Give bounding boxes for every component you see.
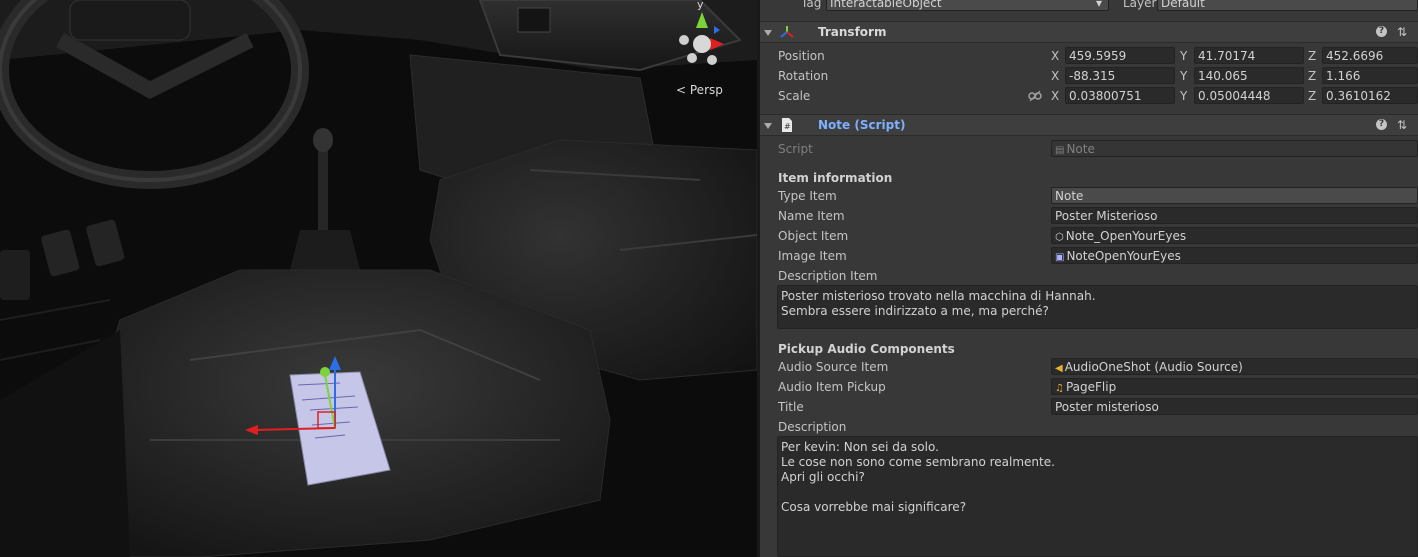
axis-x-label: X xyxy=(1051,49,1060,63)
layer-dropdown[interactable]: Default xyxy=(1157,0,1418,11)
note-object[interactable] xyxy=(240,350,400,490)
chevron-down-icon: ▾ xyxy=(1095,0,1102,10)
audio-source-value: AudioOneShot (Audio Source) xyxy=(1064,360,1243,374)
axis-y-label: Y xyxy=(1180,49,1188,63)
music-note-icon: ♫ xyxy=(1055,383,1064,394)
script-label: Script xyxy=(778,142,813,156)
help-icon[interactable]: ? xyxy=(1376,26,1387,37)
description-item-row: Description Item xyxy=(760,266,1418,286)
scale-z-field[interactable]: 0.3610162 xyxy=(1322,87,1418,104)
image-item-field[interactable]: ▣ NoteOpenYourEyes xyxy=(1051,247,1418,264)
audio-pickup-field[interactable]: ♫ PageFlip xyxy=(1051,378,1418,395)
layer-label: Layer xyxy=(1123,0,1157,10)
tag-dropdown[interactable]: InteractableObject ▾ xyxy=(826,0,1109,11)
axis-y-label: Y xyxy=(1180,69,1188,83)
scale-y-field[interactable]: 0.05004448 xyxy=(1194,87,1304,104)
tag-layer-row: Tag InteractableObject ▾ Layer Default xyxy=(760,0,1418,13)
type-item-row: Type Item Note xyxy=(760,186,1418,206)
inspector-panel: Tag InteractableObject ▾ Layer Default T… xyxy=(760,0,1418,557)
foldout-caret-icon[interactable] xyxy=(764,30,772,36)
type-item-dropdown[interactable]: Note xyxy=(1051,187,1418,204)
rotation-y-field[interactable]: 140.065 xyxy=(1194,67,1304,84)
pickup-audio-header: Pickup Audio Components xyxy=(778,342,955,356)
position-x-field[interactable]: 459.5959 xyxy=(1065,47,1175,64)
sprite-icon: ▣ xyxy=(1055,252,1065,263)
rotation-z-field[interactable]: 1.166 xyxy=(1322,67,1418,84)
pickup-audio-header-row: Pickup Audio Components xyxy=(760,339,1418,359)
orientation-gizmo[interactable]: y xyxy=(662,0,742,78)
axis-z-label: Z xyxy=(1308,89,1317,103)
audio-pickup-value: PageFlip xyxy=(1065,380,1117,394)
script-row: Script ▤ Note xyxy=(760,139,1418,159)
object-item-field[interactable]: ⬡ Note_OpenYourEyes xyxy=(1051,227,1418,244)
name-item-row: Name Item Poster Misterioso xyxy=(760,206,1418,226)
rotation-x-field[interactable]: -88.315 xyxy=(1065,67,1175,84)
transform-title: Transform xyxy=(818,25,887,39)
tag-label: Tag xyxy=(801,0,822,10)
scene-view[interactable]: y < Persp xyxy=(0,0,757,557)
transform-icon xyxy=(780,26,794,38)
axis-x-label: X xyxy=(1051,89,1060,103)
tag-value: InteractableObject xyxy=(830,0,942,10)
svg-text:#: # xyxy=(784,122,791,131)
transform-header[interactable]: Transform ? ⇅ xyxy=(760,21,1418,43)
description-textarea[interactable]: Per kevin: Non sei da solo. Le cose non … xyxy=(777,436,1418,557)
axis-z-label: Z xyxy=(1308,49,1317,63)
position-z-field[interactable]: 452.6696 xyxy=(1322,47,1418,64)
position-row: Position X 459.5959 Y 41.70174 Z 452.669… xyxy=(760,46,1418,66)
audio-source-row: Audio Source Item ◀ AudioOneShot (Audio S… xyxy=(760,357,1418,377)
scale-row: Scale X 0.03800751 Y 0.05004448 Z 0.3610… xyxy=(760,86,1418,106)
axis-z-label: Z xyxy=(1308,69,1317,83)
item-info-header: Item information xyxy=(778,171,893,185)
description-item-label: Description Item xyxy=(778,269,878,283)
axis-y-label: Y xyxy=(1180,89,1188,103)
scale-x-field[interactable]: 0.03800751 xyxy=(1065,87,1175,104)
rotation-row: Rotation X -88.315 Y 140.065 Z 1.166 xyxy=(760,66,1418,86)
settings-icon[interactable]: ⇅ xyxy=(1397,118,1407,132)
script-field: ▤ Note xyxy=(1051,140,1418,157)
script-icon: # xyxy=(782,118,792,132)
audio-pickup-label: Audio Item Pickup xyxy=(778,380,886,394)
name-item-label: Name Item xyxy=(778,209,845,223)
position-y-field[interactable]: 41.70174 xyxy=(1194,47,1304,64)
help-icon[interactable]: ? xyxy=(1376,119,1387,130)
name-item-field[interactable]: Poster Misterioso xyxy=(1051,207,1418,224)
description-row: Description xyxy=(760,417,1418,437)
settings-icon[interactable]: ⇅ xyxy=(1397,25,1407,39)
audio-source-field[interactable]: ◀ AudioOneShot (Audio Source) xyxy=(1051,358,1418,375)
audio-pickup-row: Audio Item Pickup ♫ PageFlip xyxy=(760,377,1418,397)
position-label: Position xyxy=(778,49,825,63)
axis-x-label: X xyxy=(1051,69,1060,83)
speaker-icon: ◀ xyxy=(1055,363,1063,374)
scale-label: Scale xyxy=(778,89,811,103)
image-item-label: Image Item xyxy=(778,249,847,263)
constrain-proportions-icon[interactable] xyxy=(1028,90,1042,102)
foldout-caret-icon[interactable] xyxy=(764,123,772,129)
description-label: Description xyxy=(778,420,847,434)
title-row: Title Poster misterioso xyxy=(760,397,1418,417)
gizmo-y-label: y xyxy=(697,0,704,11)
rotation-label: Rotation xyxy=(778,69,829,83)
item-info-header-row: Item information xyxy=(760,168,1418,188)
description-item-textarea[interactable]: Poster misterioso trovato nella macchina… xyxy=(777,285,1418,329)
note-script-header[interactable]: # Note (Script) ? ⇅ xyxy=(760,114,1418,136)
persp-label[interactable]: < Persp xyxy=(676,83,723,97)
object-item-label: Object Item xyxy=(778,229,849,243)
note-script-title: Note (Script) xyxy=(818,118,906,132)
object-item-value: Note_OpenYourEyes xyxy=(1065,229,1187,243)
title-field[interactable]: Poster misterioso xyxy=(1051,398,1418,415)
type-item-label: Type Item xyxy=(778,189,837,203)
audio-source-label: Audio Source Item xyxy=(778,360,889,374)
prefab-cube-icon: ⬡ xyxy=(1055,232,1064,243)
title-label: Title xyxy=(778,400,804,414)
image-item-value: NoteOpenYourEyes xyxy=(1066,249,1181,263)
script-file-icon: ▤ xyxy=(1055,145,1065,156)
layer-value: Default xyxy=(1161,0,1205,10)
image-item-row: Image Item ▣ NoteOpenYourEyes xyxy=(760,246,1418,266)
script-value: Note xyxy=(1066,142,1095,156)
object-item-row: Object Item ⬡ Note_OpenYourEyes xyxy=(760,226,1418,246)
